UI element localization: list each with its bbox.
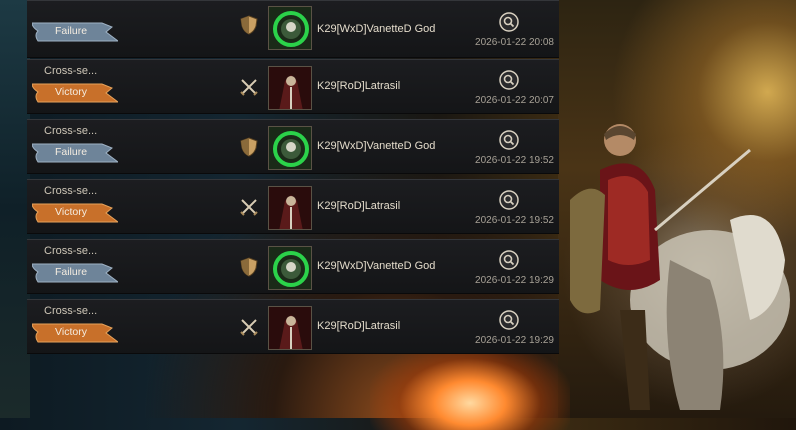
result-banner-victory: Victory [32,202,118,224]
result-label: Failure [54,146,88,158]
shield-icon [240,257,258,277]
player-name[interactable]: K29[RoD]Latrasil [317,80,400,92]
crossed-swords-icon [240,319,258,336]
battle-report-row[interactable]: Cross-se... Failure K29[WxD]VanetteD God… [27,239,559,294]
battle-report-row[interactable]: Cross-se... Victory K29[RoD]Latrasil 202… [27,59,559,114]
battle-mode-label: Cross-se... [44,305,98,317]
player-avatar[interactable] [268,6,312,50]
battle-report-list: Failure K29[WxD]VanetteD God 2026-01-22 … [27,0,559,355]
result-label: Failure [54,266,88,278]
battle-time: 2026-01-22 19:52 [475,155,554,166]
battle-time: 2026-01-22 20:08 [475,37,554,48]
result-label: Victory [55,206,87,218]
shield-icon [240,137,258,157]
search-icon[interactable] [499,190,519,210]
player-avatar[interactable] [268,246,312,290]
battle-mode-label: Cross-se... [44,185,98,197]
battle-time: 2026-01-22 20:07 [475,95,554,106]
battle-time: 2026-01-22 19:29 [475,335,554,346]
battle-report-row[interactable]: Failure K29[WxD]VanetteD God 2026-01-22 … [27,0,559,58]
battle-mode-label: Cross-se... [44,245,98,257]
player-name[interactable]: K29[RoD]Latrasil [317,320,400,332]
result-label: Victory [55,86,87,98]
search-icon[interactable] [499,250,519,270]
result-label: Victory [55,326,87,338]
player-avatar[interactable] [268,306,312,350]
crossed-swords-icon [240,199,258,216]
battle-report-row[interactable]: Cross-se... Victory K29[RoD]Latrasil 202… [27,179,559,234]
search-icon[interactable] [499,310,519,330]
battle-time: 2026-01-22 19:29 [475,275,554,286]
result-banner-failure: Failure [32,21,118,43]
result-banner-victory: Victory [32,322,118,344]
knight-illustration [570,124,790,410]
battle-mode-label: Cross-se... [44,125,98,137]
battle-report-row[interactable]: Cross-se... Victory K29[RoD]Latrasil 202… [27,299,559,354]
battle-report-row[interactable]: Cross-se... Failure K29[WxD]VanetteD God… [27,119,559,174]
player-name[interactable]: K29[WxD]VanetteD God [317,23,435,35]
player-name[interactable]: K29[WxD]VanetteD God [317,260,435,272]
result-banner-failure: Failure [32,262,118,284]
player-name[interactable]: K29[WxD]VanetteD God [317,140,435,152]
search-icon[interactable] [499,130,519,150]
player-avatar[interactable] [268,186,312,230]
battle-mode-label: Cross-se... [44,65,98,77]
result-banner-failure: Failure [32,142,118,164]
search-icon[interactable] [499,70,519,90]
result-label: Failure [54,25,88,37]
battle-time: 2026-01-22 19:52 [475,215,554,226]
result-banner-victory: Victory [32,82,118,104]
player-name[interactable]: K29[RoD]Latrasil [317,200,400,212]
search-icon[interactable] [499,12,519,32]
shield-icon [240,15,258,35]
background-left [0,0,30,418]
player-avatar[interactable] [268,126,312,170]
player-avatar[interactable] [268,66,312,110]
crossed-swords-icon [240,79,258,96]
